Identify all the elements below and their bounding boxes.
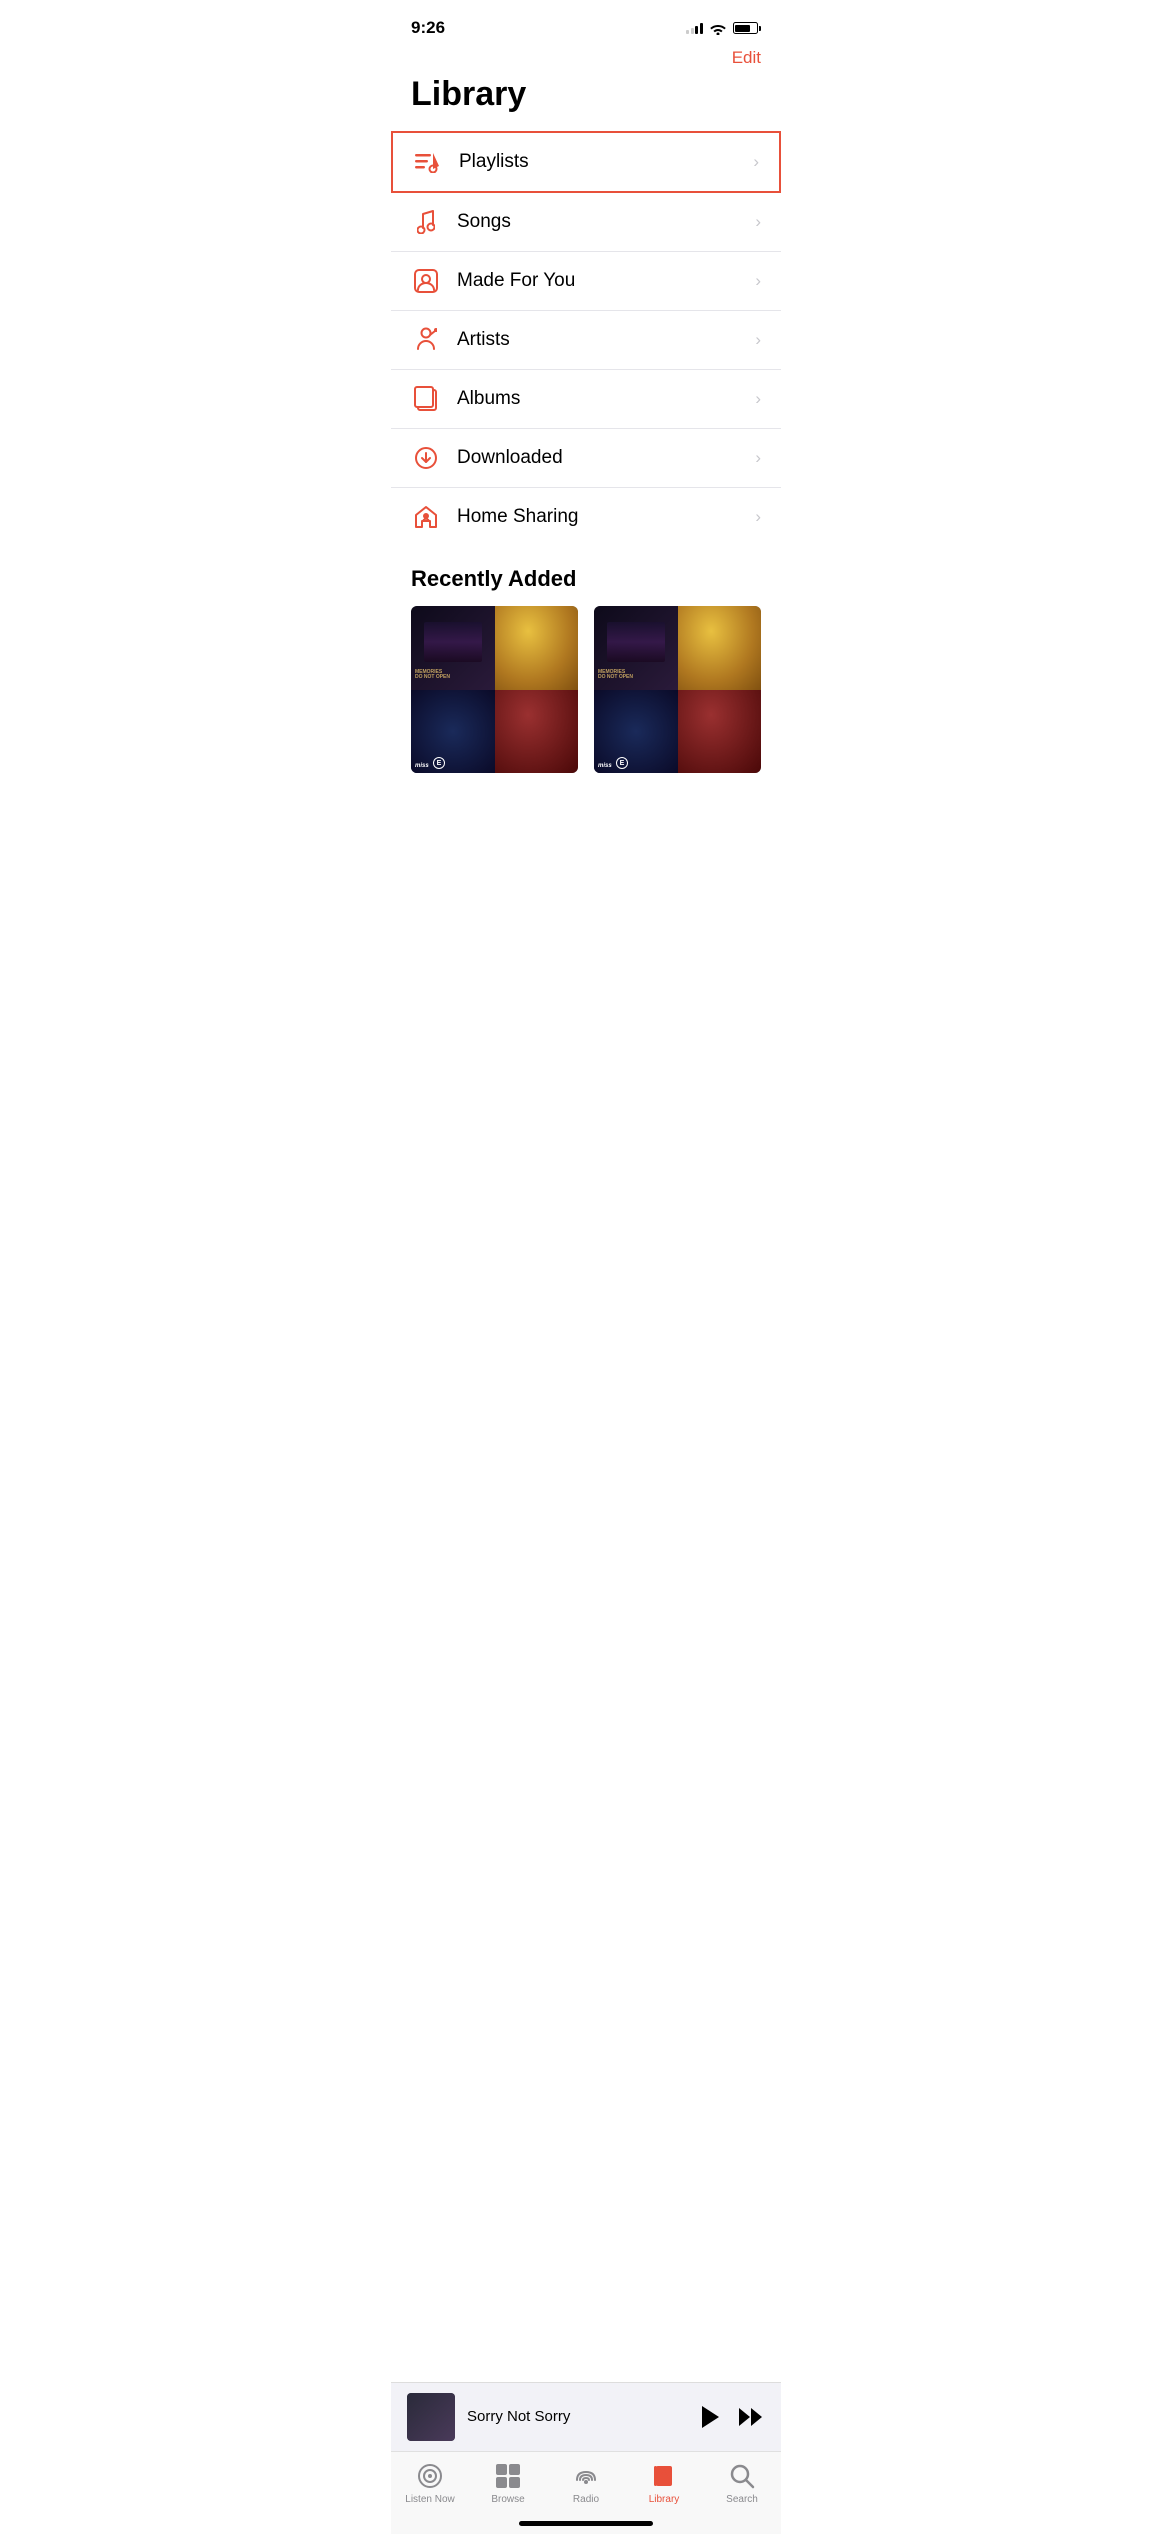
- collage-cell-chainsmokers-1: MEMORIESDO NOT OPEN: [411, 606, 495, 690]
- radio-icon: [572, 2462, 600, 2490]
- artists-icon: [411, 325, 441, 355]
- tab-browse[interactable]: Browse: [478, 2462, 538, 2505]
- mini-player-art: [407, 2393, 455, 2441]
- home-sharing-icon: [411, 502, 441, 532]
- recently-added-title: Recently Added: [411, 566, 761, 592]
- collage-cell-chainsmokers-2: MEMORIESDO NOT OPEN: [594, 606, 678, 690]
- albums-icon: [411, 384, 441, 414]
- edit-button[interactable]: Edit: [732, 48, 761, 68]
- wifi-icon: [709, 21, 727, 35]
- fast-forward-icon: [737, 2406, 765, 2428]
- collage-cell-maryj-1: [495, 690, 579, 774]
- listen-now-icon: [416, 2462, 444, 2490]
- downloaded-chevron: ›: [755, 448, 761, 468]
- downloaded-label: Downloaded: [457, 447, 755, 469]
- collage-cell-lizzo-2: [678, 606, 762, 690]
- mini-player-info: Sorry Not Sorry: [467, 2408, 699, 2426]
- songs-label: Songs: [457, 211, 755, 233]
- library-item-home-sharing[interactable]: Home Sharing ›: [391, 488, 781, 546]
- collage-cell-maryj-2: [678, 690, 762, 774]
- tab-listen-now-label: Listen Now: [405, 2494, 454, 2505]
- songs-icon: [411, 207, 441, 237]
- fast-forward-button[interactable]: [737, 2406, 765, 2428]
- header: Edit Library: [391, 48, 781, 121]
- tab-library[interactable]: Library: [634, 2462, 694, 2505]
- signal-icon: [686, 22, 703, 34]
- library-icon: [650, 2462, 678, 2490]
- home-indicator: [519, 2521, 653, 2526]
- tab-search-label: Search: [726, 2494, 758, 2505]
- library-item-downloaded[interactable]: Downloaded ›: [391, 429, 781, 488]
- recently-added-section: Recently Added: [391, 546, 781, 606]
- tab-radio[interactable]: Radio: [556, 2462, 616, 2505]
- status-bar: 9:26: [391, 0, 781, 48]
- made-for-you-icon: [411, 266, 441, 296]
- tab-radio-label: Radio: [573, 2494, 599, 2505]
- made-for-you-label: Made For You: [457, 270, 755, 292]
- playlists-chevron: ›: [753, 152, 759, 172]
- library-item-artists[interactable]: Artists ›: [391, 311, 781, 370]
- mini-player-controls: [699, 2404, 765, 2430]
- mini-player-title: Sorry Not Sorry: [467, 2408, 570, 2425]
- tab-listen-now[interactable]: Listen Now: [400, 2462, 460, 2505]
- mini-player[interactable]: Sorry Not Sorry: [391, 2382, 781, 2451]
- library-item-albums[interactable]: Albums ›: [391, 370, 781, 429]
- battery-icon: [733, 22, 762, 34]
- downloaded-icon: [411, 443, 441, 473]
- collage-cell-lizzo-1: [495, 606, 579, 690]
- search-icon: [728, 2462, 756, 2490]
- library-item-songs[interactable]: Songs ›: [391, 193, 781, 252]
- artists-label: Artists: [457, 329, 755, 351]
- made-for-you-chevron: ›: [755, 271, 761, 291]
- tab-library-label: Library: [649, 2494, 680, 2505]
- library-item-made-for-you[interactable]: Made For You ›: [391, 252, 781, 311]
- tab-search[interactable]: Search: [712, 2462, 772, 2505]
- tab-browse-label: Browse: [491, 2494, 524, 2505]
- album-grid: MEMORIESDO NOT OPEN miss E: [391, 606, 781, 773]
- albums-label: Albums: [457, 388, 755, 410]
- home-sharing-label: Home Sharing: [457, 506, 755, 528]
- page-title: Library: [411, 76, 761, 113]
- play-button[interactable]: [699, 2404, 721, 2430]
- status-time: 9:26: [411, 18, 445, 38]
- playlists-label: Playlists: [459, 151, 753, 173]
- album-item-2[interactable]: MEMORIESDO NOT OPEN miss E: [594, 606, 761, 773]
- songs-chevron: ›: [755, 212, 761, 232]
- albums-chevron: ›: [755, 389, 761, 409]
- library-list: Playlists › Songs ›: [391, 131, 781, 546]
- artists-chevron: ›: [755, 330, 761, 350]
- collage-cell-misse-1: miss E: [411, 690, 495, 774]
- home-sharing-chevron: ›: [755, 507, 761, 527]
- album-item-1[interactable]: MEMORIESDO NOT OPEN miss E: [411, 606, 578, 773]
- play-icon: [699, 2404, 721, 2430]
- collage-cell-misse-2: miss E: [594, 690, 678, 774]
- playlists-icon: [413, 147, 443, 177]
- status-icons: [686, 21, 761, 35]
- library-item-playlists[interactable]: Playlists ›: [391, 131, 781, 193]
- browse-icon: [494, 2462, 522, 2490]
